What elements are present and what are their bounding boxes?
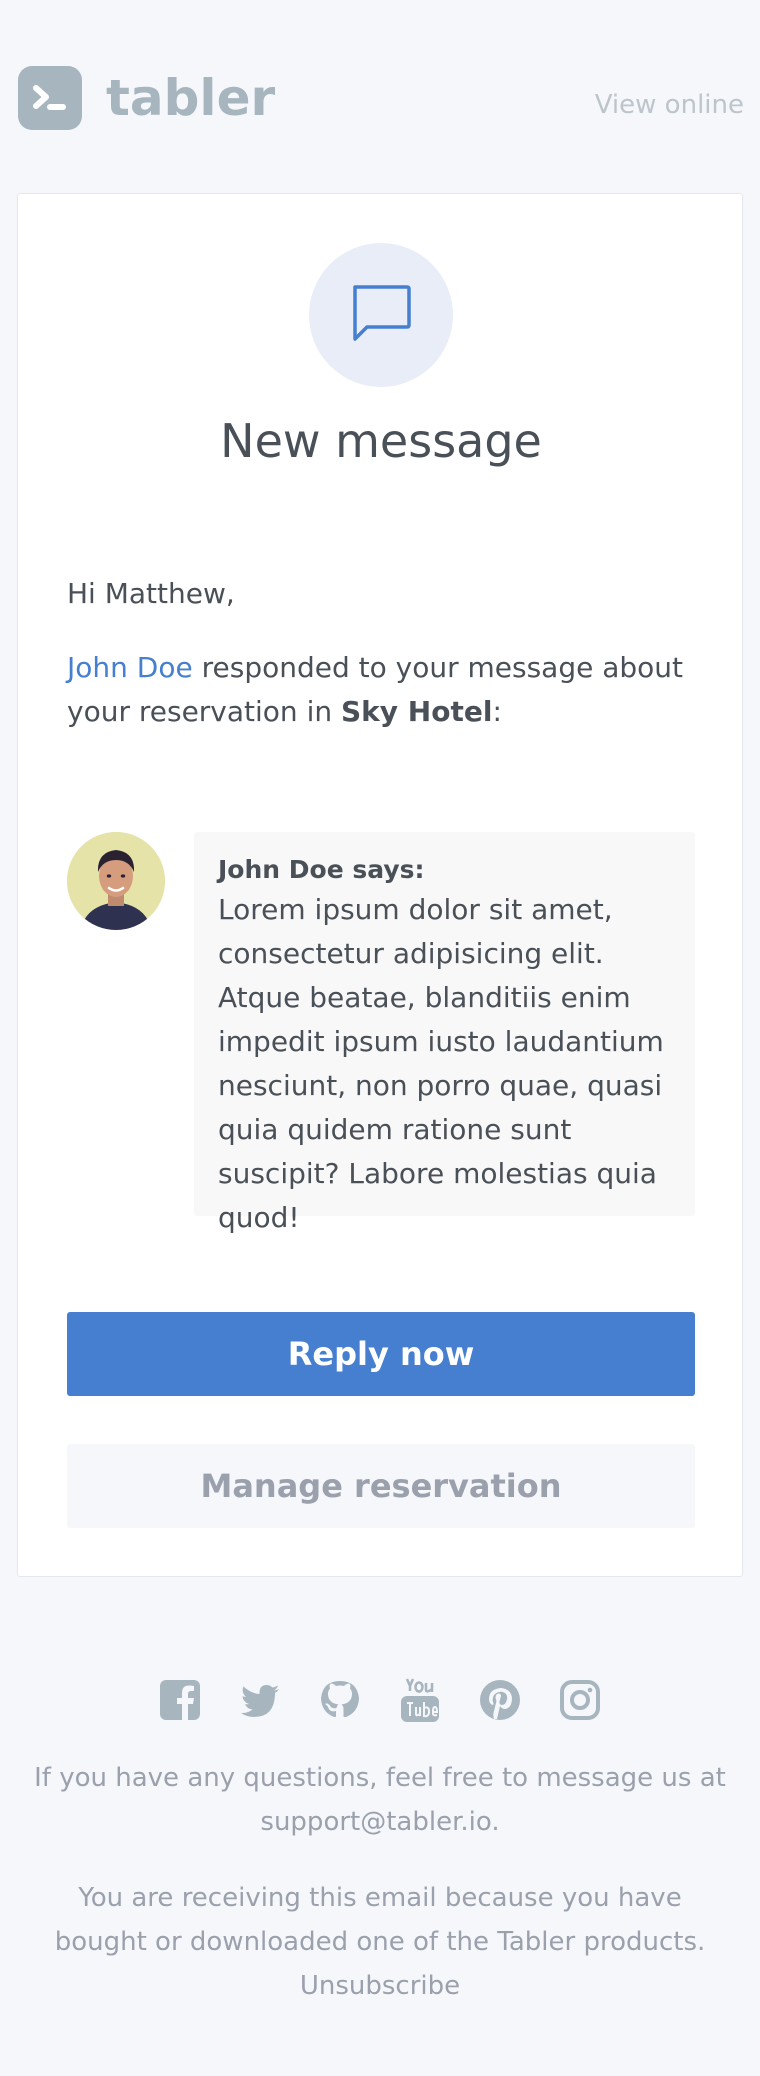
instagram-icon[interactable] — [559, 1677, 601, 1723]
intro-suffix: : — [492, 695, 502, 728]
twitter-icon[interactable] — [239, 1677, 281, 1723]
message-quote: John Doe says: Lorem ipsum dolor sit ame… — [194, 832, 695, 1234]
facebook-icon[interactable] — [159, 1677, 201, 1723]
unsubscribe-link[interactable]: Unsubscribe — [300, 1971, 460, 2001]
message-card: New message Hi Matthew, John Doe respond… — [17, 193, 743, 1577]
social-links — [0, 1677, 760, 1723]
card-title: New message — [220, 414, 542, 468]
github-icon[interactable] — [319, 1677, 361, 1723]
youtube-icon[interactable] — [399, 1677, 441, 1723]
manage-reservation-button[interactable]: Manage reservation — [67, 1444, 695, 1528]
support-email-link[interactable]: support@tabler.io — [260, 1807, 491, 1837]
intro-paragraph: John Doe responded to your message about… — [67, 646, 707, 734]
sender-link[interactable]: John Doe — [67, 651, 193, 684]
receiving-text: You are receiving this email because you… — [54, 1883, 706, 1957]
pinterest-icon[interactable] — [479, 1677, 521, 1723]
brand-name: tabler — [106, 69, 276, 127]
message-icon-badge — [309, 243, 453, 387]
avatar — [67, 832, 165, 930]
message-square-icon — [353, 285, 411, 341]
view-online-link[interactable]: View online — [595, 90, 744, 120]
receiving-notice: You are receiving this email because you… — [30, 1876, 730, 2008]
tabler-logo-icon — [18, 66, 82, 130]
reply-now-button[interactable]: Reply now — [67, 1312, 695, 1396]
quote-author: John Doe says: — [218, 855, 425, 884]
hotel-name: Sky Hotel — [341, 695, 493, 728]
support-text: If you have any questions, feel free to … — [30, 1756, 730, 1844]
support-email-suffix: . — [491, 1807, 500, 1837]
questions-text: If you have any questions, feel free to … — [34, 1763, 726, 1793]
email-header: tabler View online — [0, 0, 760, 195]
quote-text: Lorem ipsum dolor sit amet, consectetur … — [218, 893, 664, 1234]
greeting-text: Hi Matthew, — [67, 577, 235, 610]
